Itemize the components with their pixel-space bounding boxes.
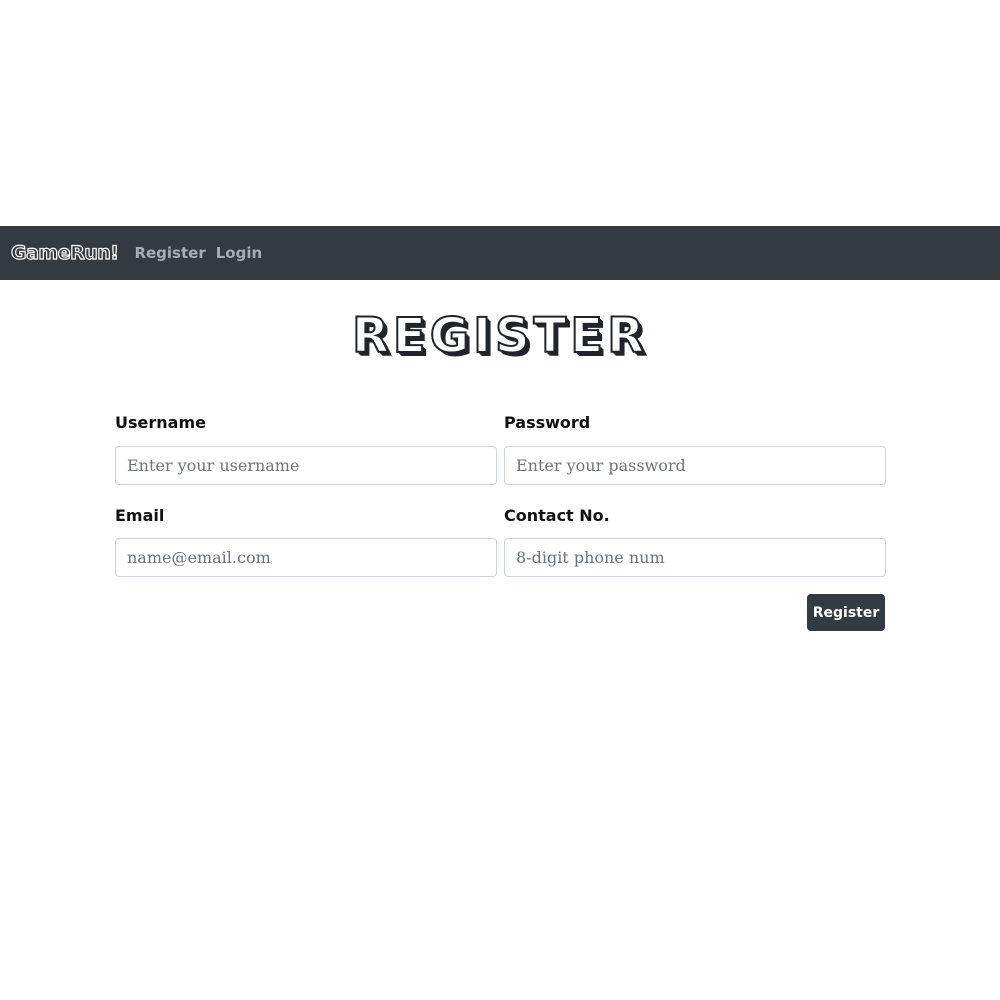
email-input[interactable]	[115, 538, 497, 577]
page-title: REGISTER	[351, 307, 649, 365]
password-label: Password	[504, 413, 591, 432]
email-label: Email	[115, 506, 165, 525]
brand-logo-link[interactable]: GameRun!	[10, 241, 119, 264]
username-label: Username	[115, 413, 206, 432]
navbar: GameRun! Register Login	[0, 226, 1000, 280]
page: GameRun! Register Login REGISTER Usernam…	[0, 0, 1000, 1000]
password-input[interactable]	[504, 446, 886, 485]
nav-link-register[interactable]: Register	[134, 244, 205, 262]
contact-label: Contact No.	[504, 506, 610, 525]
register-button[interactable]: Register	[807, 594, 885, 631]
username-input[interactable]	[115, 446, 497, 485]
contact-input[interactable]	[504, 538, 886, 577]
nav-link-login[interactable]: Login	[216, 244, 262, 262]
